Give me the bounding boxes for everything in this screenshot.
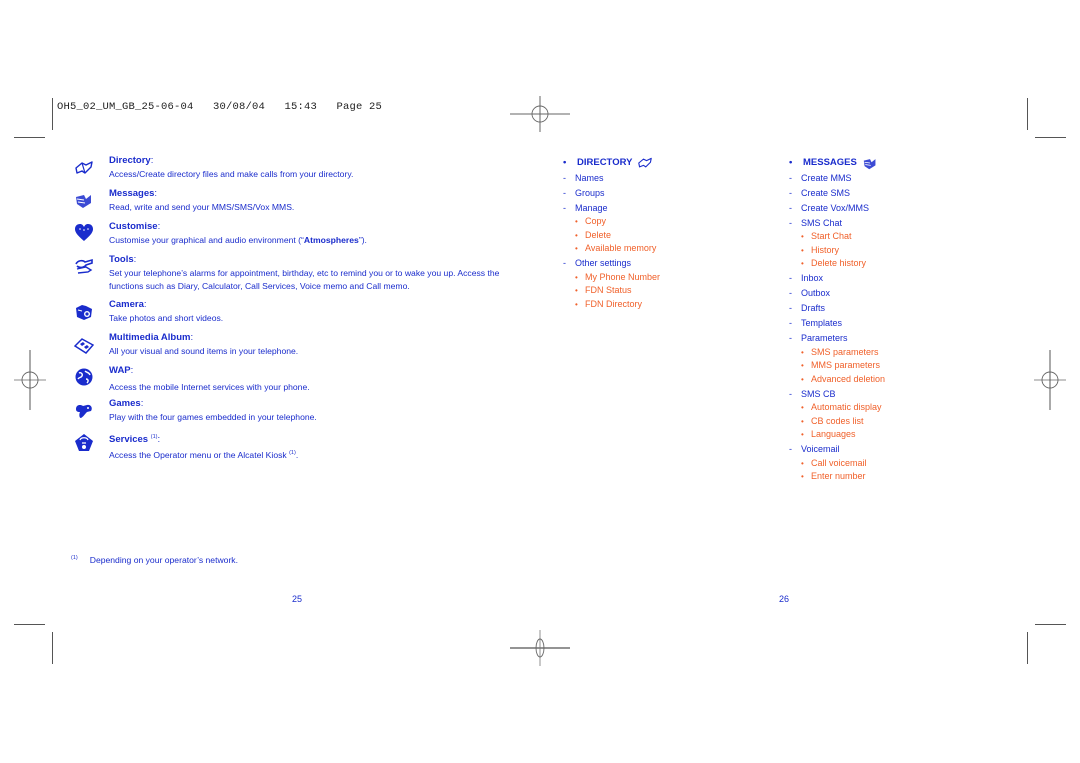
submenu-item: Automatic display: [789, 401, 989, 415]
page-number-right: 26: [779, 594, 790, 604]
menu-item: Voicemail: [789, 443, 989, 457]
menu-item: Parameters: [789, 332, 989, 346]
crop-mark: [52, 632, 53, 664]
album-icon: [74, 338, 94, 354]
submenu-item: SMS parameters: [789, 346, 989, 360]
feature-description: Customise your graphical and audio envir…: [109, 235, 367, 245]
crop-mark: [1027, 632, 1028, 664]
feature-title: Tools: [109, 254, 134, 265]
globe-icon: [75, 368, 93, 386]
heart-icon: [75, 224, 93, 241]
feature-title: Camera: [109, 299, 144, 310]
messages-icon: [76, 195, 91, 208]
camera-icon: [76, 305, 92, 320]
footnote-ref: (1): [289, 450, 296, 457]
feature-customise: Customise: Customise your graphical and …: [109, 221, 529, 247]
crop-mark: [14, 137, 45, 138]
feature-title: Services: [109, 434, 149, 446]
feature-description: Access/Create directory files and make c…: [109, 169, 354, 179]
feature-messages: Messages: Read, write and send your MMS/…: [109, 188, 529, 214]
submenu-item: Call voicemail: [789, 457, 989, 471]
feature-title: Games: [109, 398, 141, 409]
feature-description: Play with the four games embedded in you…: [109, 412, 317, 422]
feature-title: Directory: [109, 155, 151, 166]
crop-mark: [1035, 624, 1066, 625]
menu-item: SMS CB: [789, 388, 989, 402]
menu-item: Manage: [563, 202, 763, 216]
feature-title: Customise: [109, 221, 158, 232]
menu-item: Inbox: [789, 272, 989, 286]
submenu-item: Available memory: [563, 242, 763, 256]
services-icon: [75, 434, 93, 451]
footnote-text: Depending on your operator’s network.: [89, 555, 238, 565]
feature-description: Access the Operator menu or the Alcatel …: [109, 450, 299, 461]
menu-item: SMS Chat: [789, 217, 989, 231]
messages-menu-tree: • MESSAGES Create MMS Create SMS Create …: [789, 156, 989, 484]
menu-item: Create Vox/MMS: [789, 202, 989, 216]
feature-title: WAP: [109, 365, 131, 376]
submenu-item: History: [789, 244, 989, 258]
feature-description: Take photos and short videos.: [109, 313, 224, 323]
feature-description: Set your telephone’s alarms for appointm…: [109, 268, 500, 291]
atmospheres-term: Atmospheres: [303, 235, 359, 245]
tools-icon: [75, 258, 93, 274]
submenu-item: FDN Status: [563, 284, 763, 298]
print-slug: OH5_02_UM_GB_25-06-04 30/08/04 15:43 Pag…: [57, 101, 383, 113]
footnote: (1) Depending on your operator’s network.: [71, 555, 238, 565]
submenu-item: Copy: [563, 215, 763, 229]
feature-games: Games: Play with the four games embedded…: [109, 398, 529, 424]
submenu-item: My Phone Number: [563, 271, 763, 285]
registration-mark-bottom: [510, 630, 570, 666]
registration-mark-left: [14, 350, 46, 410]
submenu-item: MMS parameters: [789, 359, 989, 373]
phonebook-icon: [75, 161, 93, 174]
submenu-item: FDN Directory: [563, 298, 763, 312]
menu-item: Groups: [563, 187, 763, 201]
feature-title: Multimedia Album: [109, 332, 191, 343]
feature-title: Messages: [109, 188, 155, 199]
messages-icon: [863, 159, 876, 170]
menu-item: Other settings: [563, 257, 763, 271]
phonebook-icon: [638, 157, 653, 168]
submenu-item: Delete history: [789, 257, 989, 271]
crop-mark: [52, 98, 53, 130]
menu-item: Outbox: [789, 287, 989, 301]
feature-description: Access the mobile Internet services with…: [109, 382, 310, 392]
page-number-left: 25: [292, 594, 303, 604]
menu-item: Create SMS: [789, 187, 989, 201]
feature-tools: Tools: Set your telephone’s alarms for a…: [109, 254, 529, 293]
submenu-item: CB codes list: [789, 415, 989, 429]
feature-description: All your visual and sound items in your …: [109, 346, 299, 356]
menu-item: Names: [563, 172, 763, 186]
menu-item: Drafts: [789, 302, 989, 316]
directory-menu-tree: • DIRECTORY Names Groups Manage Copy Del…: [563, 156, 763, 311]
feature-services: Services (1): Access the Operator menu o…: [109, 431, 529, 462]
menu-item: Templates: [789, 317, 989, 331]
crop-mark: [1027, 98, 1028, 130]
directory-heading: DIRECTORY: [577, 157, 633, 169]
registration-mark-right: [1034, 350, 1066, 410]
submenu-item: Enter number: [789, 470, 989, 484]
feature-multimedia-album: Multimedia Album: All your visual and so…: [109, 332, 529, 358]
submenu-item: Advanced deletion: [789, 373, 989, 387]
menu-item: Create MMS: [789, 172, 989, 186]
crop-mark: [1035, 137, 1066, 138]
submenu-item: Languages: [789, 428, 989, 442]
feature-wap: WAP: Access the mobile Internet services…: [109, 365, 529, 394]
registration-mark-top: [510, 96, 570, 132]
footnote-mark: (1): [71, 555, 78, 562]
gamepad-icon: [76, 404, 92, 418]
feature-description: Read, write and send your MMS/SMS/Vox MM…: [109, 202, 295, 212]
crop-mark: [14, 624, 45, 625]
submenu-item: Delete: [563, 229, 763, 243]
feature-camera: Camera: Take photos and short videos.: [109, 299, 529, 325]
feature-directory: Directory: Access/Create directory files…: [109, 155, 529, 181]
messages-heading: MESSAGES: [803, 157, 857, 169]
submenu-item: Start Chat: [789, 230, 989, 244]
